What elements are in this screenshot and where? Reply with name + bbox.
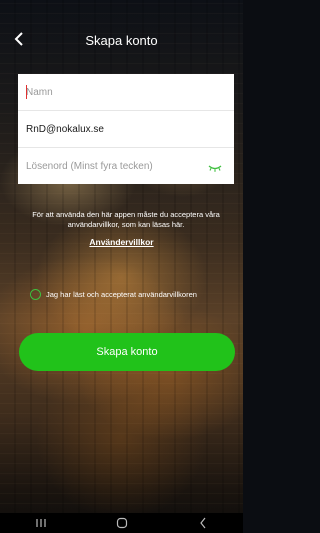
nav-home-button[interactable] [107, 513, 137, 533]
recent-apps-icon [35, 519, 46, 527]
system-nav-bar [0, 513, 243, 533]
accept-terms-checkbox-row[interactable]: Jag har läst och accepterat användarvill… [30, 288, 197, 300]
eye-closed-icon [208, 165, 222, 172]
chevron-left-icon [14, 32, 23, 46]
create-account-button[interactable]: Skapa konto [19, 333, 235, 371]
page-title: Skapa konto [85, 32, 158, 48]
nav-recent-apps-button[interactable] [26, 513, 56, 533]
name-input[interactable] [26, 86, 196, 98]
status-bar [0, 0, 243, 16]
text-caret [26, 85, 27, 99]
signup-form [18, 74, 234, 184]
nav-back-button[interactable] [188, 513, 218, 533]
email-input[interactable] [26, 123, 196, 135]
back-icon [199, 517, 205, 529]
accept-terms-label: Jag har läst och accepterat användarvill… [46, 289, 197, 299]
terms-description: För att använda den här appen måste du a… [32, 210, 220, 229]
home-icon [116, 517, 127, 529]
back-button[interactable] [6, 26, 32, 52]
terms-link[interactable]: Användervillkor [0, 237, 243, 247]
header: Skapa konto [0, 16, 243, 64]
accept-terms-checkbox[interactable] [30, 288, 41, 300]
password-visibility-toggle[interactable] [208, 160, 222, 172]
name-field-row [18, 74, 234, 111]
email-field-row [18, 111, 234, 148]
password-input[interactable] [26, 160, 196, 172]
password-field-row [18, 148, 234, 184]
